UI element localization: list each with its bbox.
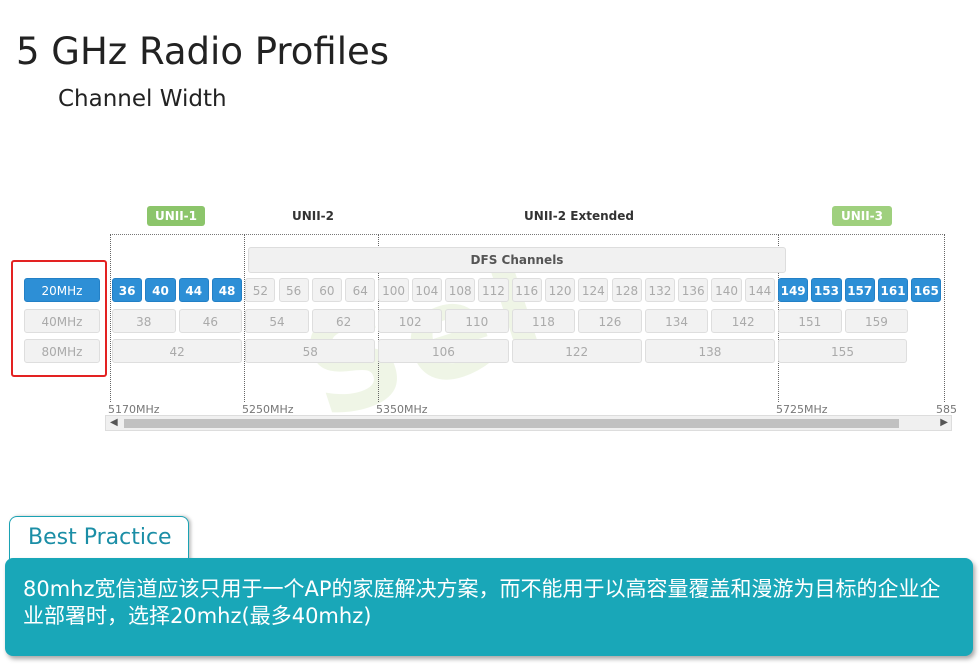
channel-138[interactable]: 138 [644,339,775,363]
channel-161[interactable]: 161 [877,278,909,302]
divider-5170 [110,234,111,402]
channel-144[interactable]: 144 [744,278,775,302]
channel-165[interactable]: 165 [911,278,942,302]
channel-42[interactable]: 42 [112,339,243,363]
channel-54[interactable]: 54 [245,309,309,333]
band-unii1: UNII-1 [147,206,205,226]
dfs-channels-label: DFS Channels [248,247,786,273]
channel-60[interactable]: 60 [311,278,343,302]
channel-126[interactable]: 126 [578,309,642,333]
channel-118[interactable]: 118 [511,309,576,333]
scroll-left-icon[interactable]: ◀ [110,417,118,428]
width-highlight-box [11,260,107,377]
channel-106[interactable]: 106 [378,339,509,363]
range-line [110,234,945,235]
scroll-right-icon[interactable]: ▶ [940,417,948,428]
channel-116[interactable]: 116 [511,278,542,302]
channel-110[interactable]: 110 [445,309,509,333]
channel-46[interactable]: 46 [178,309,243,333]
band-unii2-extended: UNII-2 Extended [524,209,634,223]
channel-104[interactable]: 104 [411,278,442,302]
channel-102[interactable]: 102 [378,309,442,333]
channel-120[interactable]: 120 [544,278,576,302]
page-title: 5 GHz Radio Profiles [16,30,390,73]
best-practice-heading: Best Practice [28,525,172,550]
channel-157[interactable]: 157 [844,278,875,302]
channel-159[interactable]: 159 [844,309,909,333]
band-unii3: UNII-3 [832,206,892,226]
page-subtitle: Channel Width [58,86,227,112]
channel-136[interactable]: 136 [678,278,709,302]
channel-58[interactable]: 58 [245,339,376,363]
channel-62[interactable]: 62 [311,309,376,333]
channel-56[interactable]: 56 [278,278,309,302]
channel-44[interactable]: 44 [178,278,209,302]
scrollbar-thumb[interactable] [124,419,899,428]
channel-122[interactable]: 122 [511,339,642,363]
channel-52[interactable]: 52 [245,278,276,302]
channel-134[interactable]: 134 [644,309,709,333]
channel-124[interactable]: 124 [578,278,609,302]
channel-142[interactable]: 142 [711,309,775,333]
channel-40[interactable]: 40 [145,278,176,302]
channel-140[interactable]: 140 [711,278,742,302]
channel-108[interactable]: 108 [445,278,476,302]
horizontal-scrollbar[interactable]: ◀ ▶ [105,415,952,431]
channel-64[interactable]: 64 [345,278,376,302]
channel-153[interactable]: 153 [811,278,842,302]
best-practice-tab: Best Practice [9,516,189,562]
channel-132[interactable]: 132 [644,278,676,302]
channel-112[interactable]: 112 [478,278,509,302]
channel-36[interactable]: 36 [112,278,143,302]
channel-38[interactable]: 38 [112,309,176,333]
channel-128[interactable]: 128 [611,278,642,302]
band-unii2: UNII-2 [291,209,335,223]
channel-149[interactable]: 149 [778,278,809,302]
channel-151[interactable]: 151 [778,309,842,333]
best-practice-note: 80mhz宽信道应该只用于一个AP的家庭解决方案，而不能用于以高容量覆盖和漫游为… [5,558,973,656]
channel-155[interactable]: 155 [778,339,907,363]
channel-100[interactable]: 100 [378,278,409,302]
divider-5850 [944,234,945,402]
channel-48[interactable]: 48 [211,278,243,302]
